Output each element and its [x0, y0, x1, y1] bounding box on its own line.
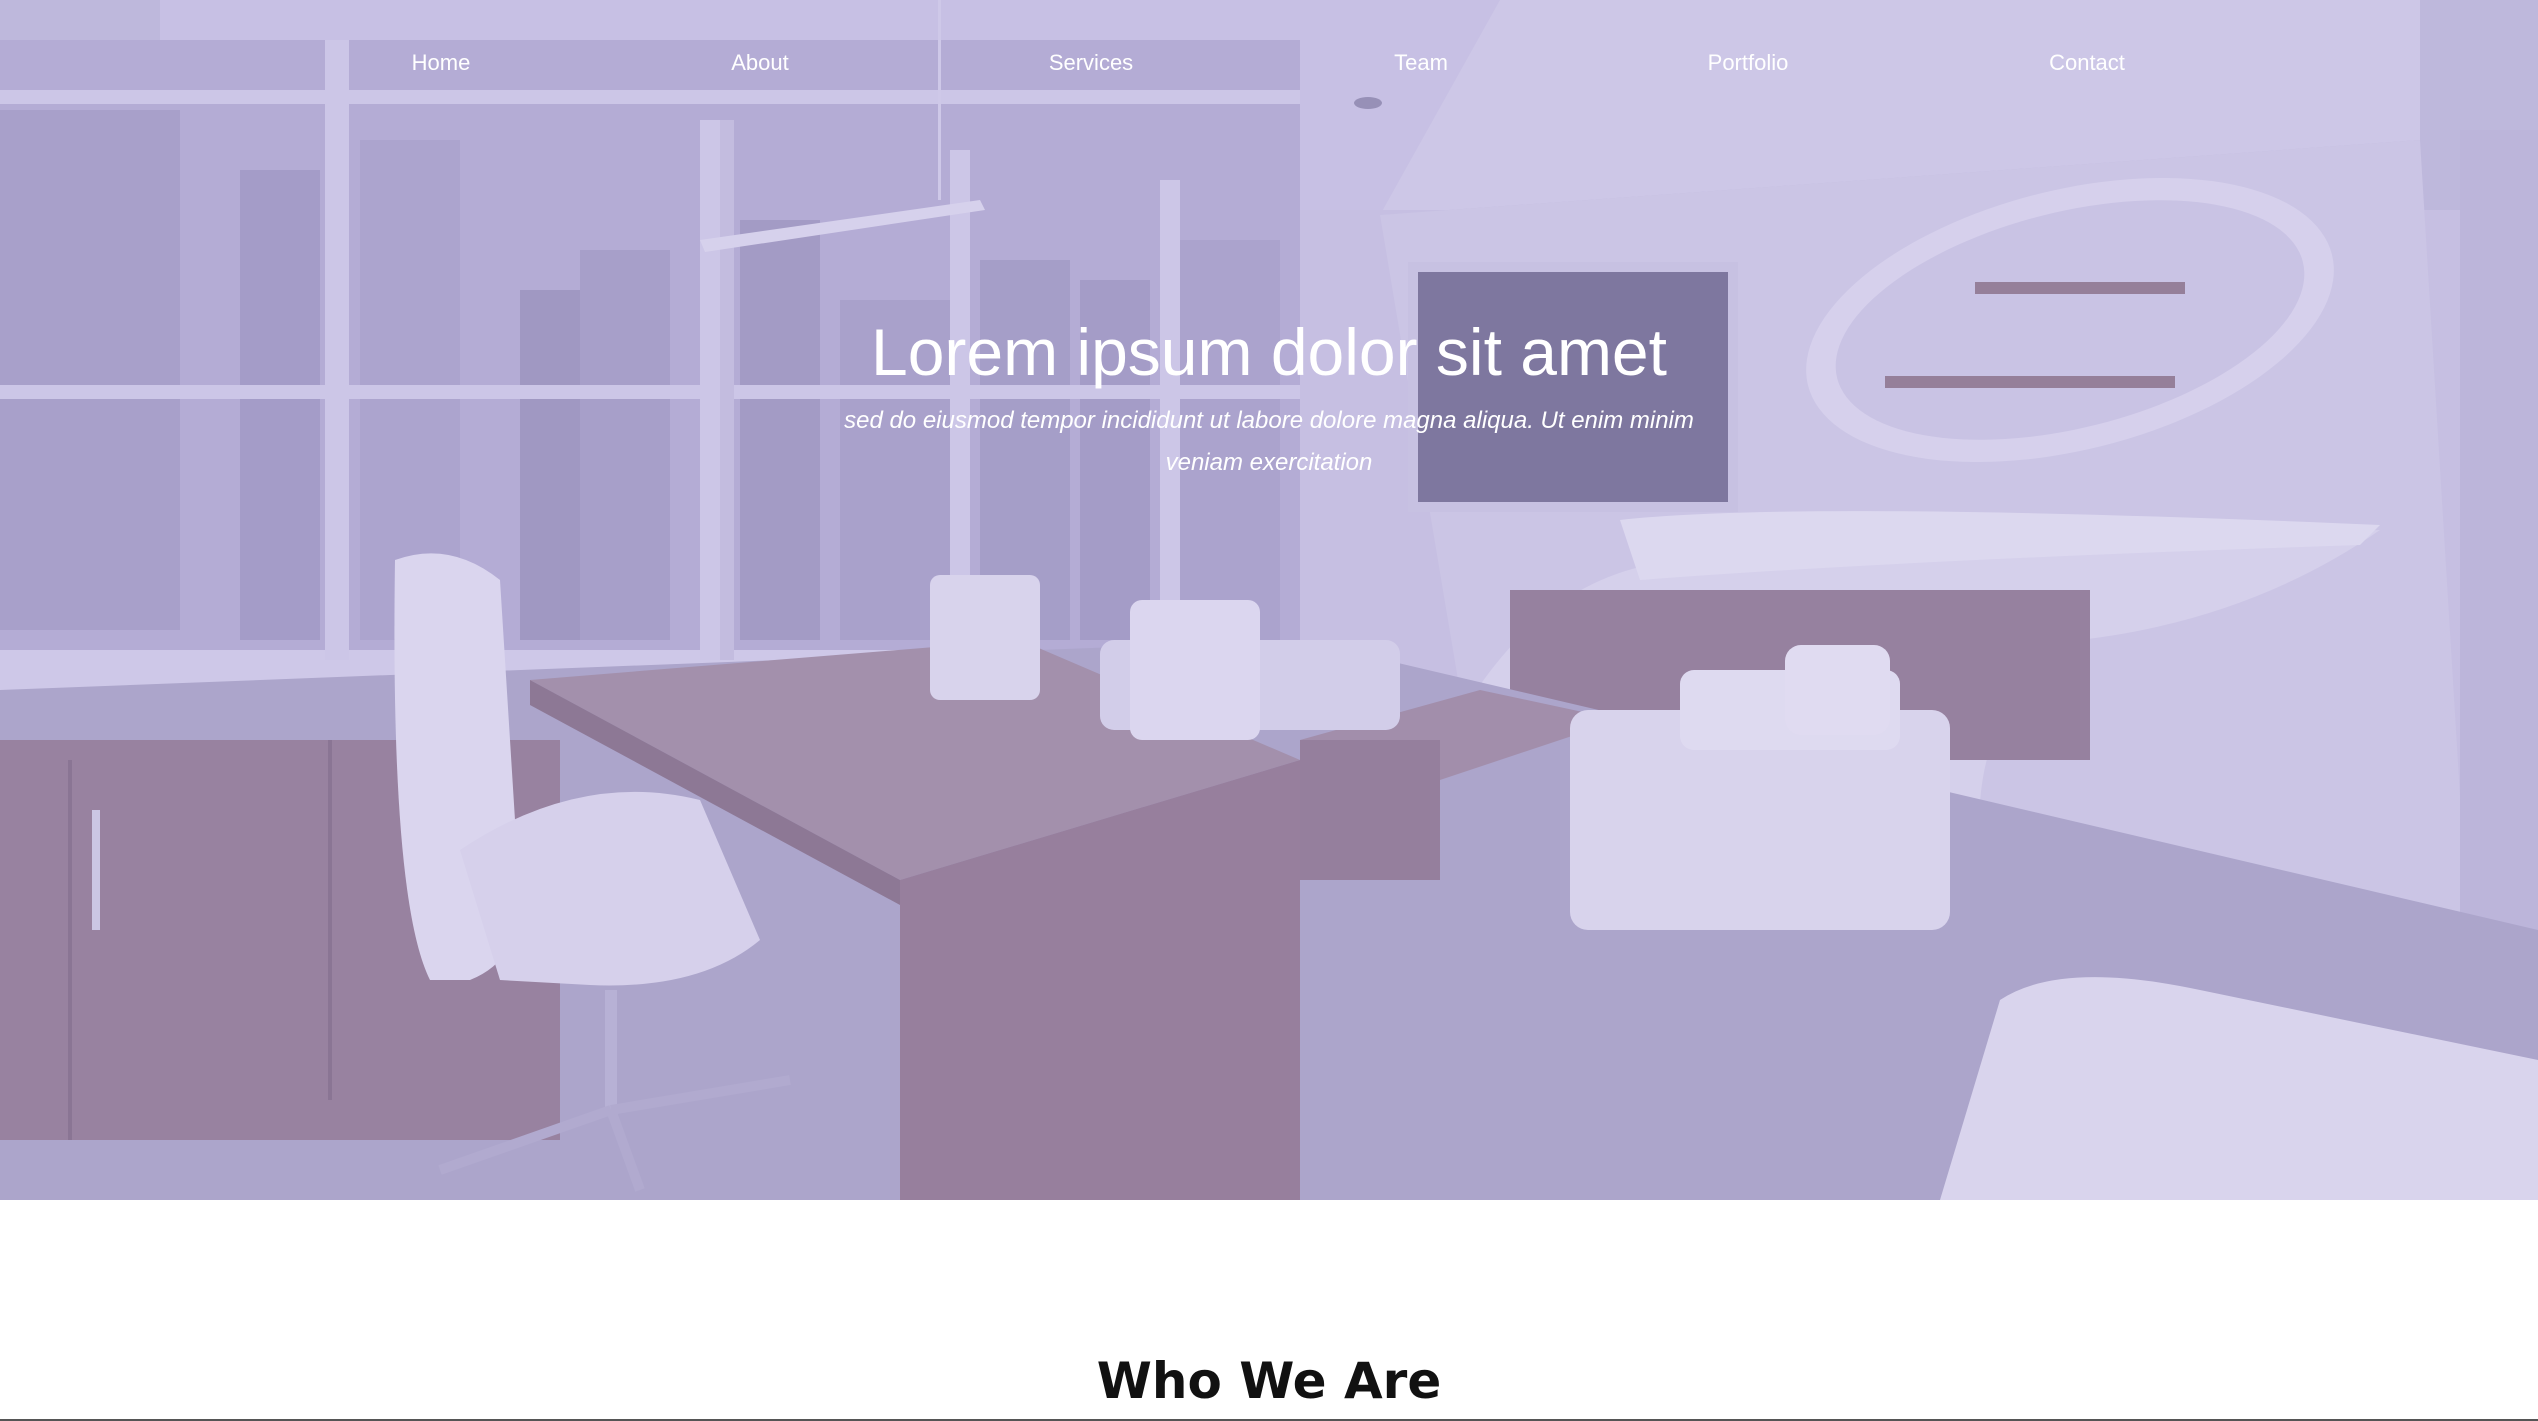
- nav-link-contact[interactable]: Contact: [2049, 48, 2125, 78]
- nav-link-home[interactable]: Home: [412, 48, 471, 78]
- hero-content: Lorem ipsum dolor sit amet sed do eiusmo…: [0, 310, 2538, 484]
- hero-section: Home About Services Team Portfolio Conta…: [0, 0, 2538, 1200]
- hero-color-overlay: [0, 0, 2538, 1200]
- hero-subtitle: sed do eiusmod tempor incididunt ut labo…: [844, 407, 1694, 476]
- about-section: Who We Are: [0, 1200, 2538, 1421]
- hero-title: Lorem ipsum dolor sit amet: [871, 315, 1667, 389]
- nav-link-about[interactable]: About: [731, 48, 789, 78]
- nav-link-services[interactable]: Services: [1049, 48, 1133, 78]
- nav-link-team[interactable]: Team: [1394, 48, 1448, 78]
- section-heading: Who We Are: [1096, 1352, 1442, 1410]
- main-navigation: Home About Services Team Portfolio Conta…: [0, 0, 2538, 125]
- nav-link-portfolio[interactable]: Portfolio: [1708, 48, 1789, 78]
